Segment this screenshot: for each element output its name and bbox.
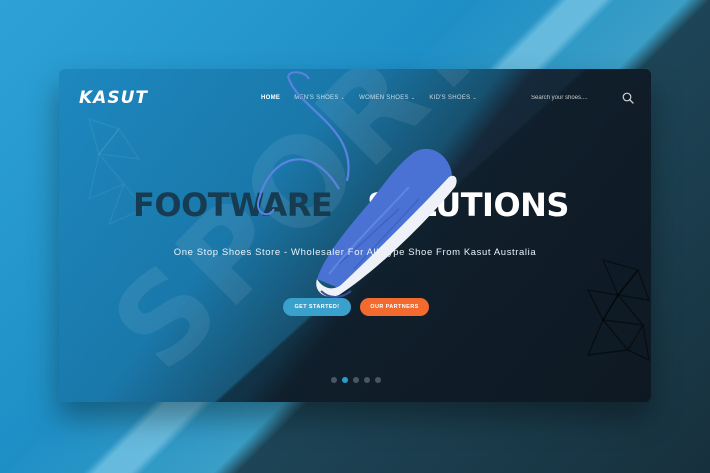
kasut-logo[interactable]: KASUT <box>79 88 148 108</box>
sneaker-image <box>257 71 457 298</box>
hero-card: SPORT KASUT HOME MEN'S SHOES ⌄ WOMEN SHO… <box>59 69 651 402</box>
search-icon[interactable] <box>622 92 634 104</box>
slider-dot[interactable] <box>375 377 381 383</box>
hero-subtitle: One Stop Shoes Store - Wholesaler For Al… <box>173 247 537 258</box>
our-partners-button[interactable]: OUR PARTNERS <box>360 298 429 316</box>
slider-dot[interactable] <box>364 377 370 383</box>
chevron-down-icon: ⌄ <box>472 95 477 101</box>
triangle-pattern-decoration <box>586 258 651 362</box>
slider-dot[interactable] <box>331 377 337 383</box>
get-started-button[interactable]: GET STARTED! <box>283 298 351 316</box>
slider-dot[interactable] <box>353 377 359 383</box>
slider-pagination <box>331 377 381 383</box>
slider-dot[interactable] <box>342 377 348 383</box>
search-input[interactable] <box>531 92 609 104</box>
